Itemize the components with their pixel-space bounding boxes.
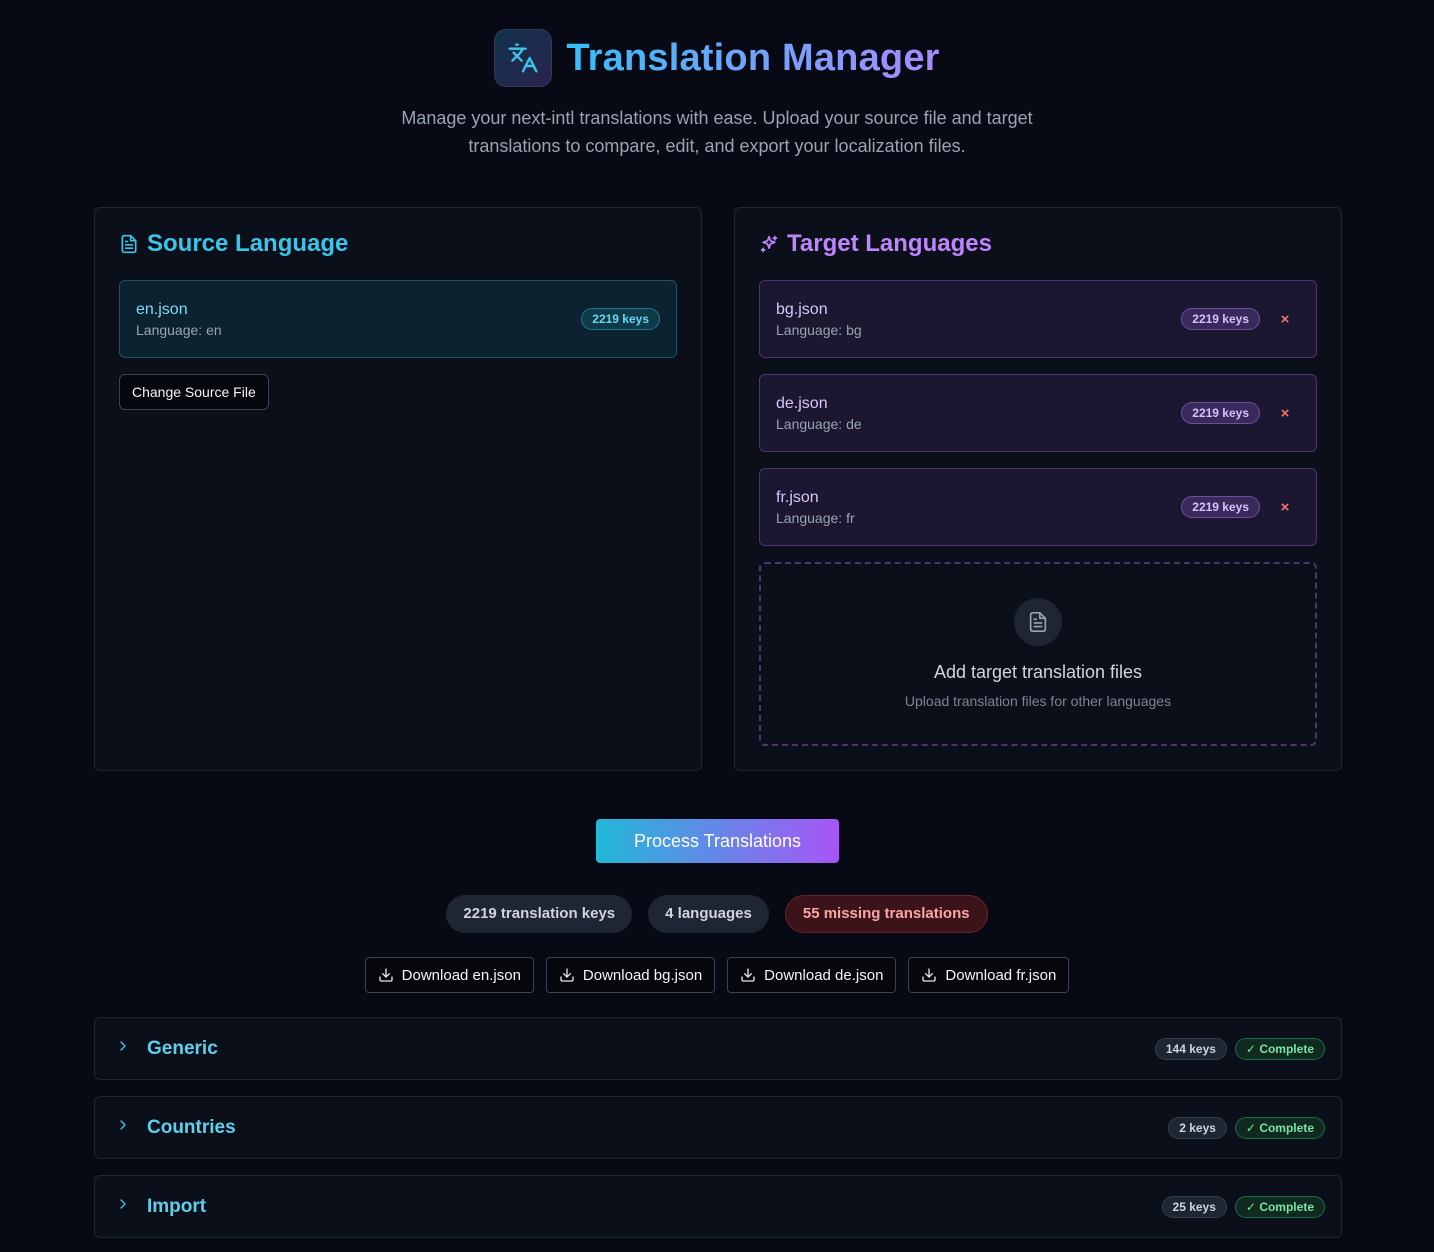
- chevron-right-icon: [115, 1038, 135, 1059]
- source-panel-title: Source Language: [119, 230, 348, 258]
- chevron-right-icon: [115, 1196, 135, 1217]
- target-file-dropzone[interactable]: Add target translation files Upload tran…: [759, 562, 1317, 746]
- download-en-button[interactable]: Download en.json: [364, 957, 534, 993]
- target-file-card: de.json Language: de 2219 keys ×: [759, 374, 1317, 452]
- target-title-text: Target Languages: [787, 230, 992, 257]
- source-file-card: en.json Language: en 2219 keys: [119, 280, 677, 358]
- stat-translation-keys: 2219 translation keys: [446, 895, 633, 933]
- download-label: Download bg.json: [582, 966, 703, 984]
- page-title: Translation Manager: [566, 36, 940, 79]
- file-language: Language: fr: [776, 510, 855, 526]
- section-title: Generic: [147, 1037, 218, 1059]
- status-label: Complete: [1259, 1120, 1314, 1135]
- section-title: Countries: [147, 1116, 236, 1138]
- dropzone-title: Add target translation files: [933, 662, 1143, 682]
- file-name: en.json: [136, 301, 188, 318]
- section-status-badge: ✓ Complete: [1234, 1037, 1325, 1060]
- section-keys-badge: 144 keys: [1154, 1037, 1227, 1060]
- status-label: Complete: [1259, 1199, 1314, 1214]
- download-icon: [922, 968, 937, 982]
- keys-badge: 2219 keys: [1181, 308, 1260, 330]
- translate-icon: [494, 29, 553, 87]
- download-icon: [560, 968, 574, 982]
- section-import[interactable]: Import 25 keys ✓ Complete: [94, 1175, 1342, 1238]
- download-bg-button[interactable]: Download bg.json: [545, 957, 716, 993]
- keys-badge: 2219 keys: [1181, 496, 1260, 518]
- download-label: Download de.json: [764, 966, 884, 984]
- file-language: Language: de: [776, 416, 862, 432]
- section-generic[interactable]: Generic 144 keys ✓ Complete: [94, 1017, 1342, 1080]
- stats-bar: 2219 translation keys 4 languages 55 mis…: [0, 895, 1434, 933]
- page-header: Translation Manager Manage your next-int…: [0, 29, 1434, 160]
- file-name: fr.json: [776, 489, 819, 506]
- file-text-icon: [121, 234, 137, 254]
- stat-languages: 4 languages: [648, 895, 769, 933]
- remove-file-button[interactable]: ×: [1270, 311, 1300, 328]
- download-de-button[interactable]: Download de.json: [727, 957, 897, 993]
- section-keys-badge: 25 keys: [1161, 1195, 1227, 1218]
- target-file-card: fr.json Language: fr 2219 keys ×: [759, 468, 1317, 546]
- download-fr-button[interactable]: Download fr.json: [908, 957, 1070, 993]
- download-icon: [379, 968, 393, 982]
- download-label: Download en.json: [401, 966, 521, 984]
- target-panel-title: Target Languages: [759, 230, 992, 258]
- keys-badge: 2219 keys: [581, 308, 660, 330]
- file-name: bg.json: [776, 301, 828, 318]
- process-translations-button[interactable]: Process Translations: [596, 819, 839, 863]
- section-keys-badge: 2 keys: [1168, 1116, 1227, 1139]
- download-bar: Download en.json Download bg.json Downlo…: [0, 957, 1434, 993]
- remove-file-button[interactable]: ×: [1270, 499, 1300, 516]
- source-language-panel: Source Language en.json Language: en 221…: [94, 207, 702, 771]
- target-file-card: bg.json Language: bg 2219 keys ×: [759, 280, 1317, 358]
- remove-file-button[interactable]: ×: [1270, 405, 1300, 422]
- file-language: Language: bg: [776, 322, 862, 338]
- source-title-text: Source Language: [147, 230, 349, 257]
- page-subtitle: Manage your next-intl translations with …: [401, 108, 1033, 156]
- target-languages-panel: Target Languages bg.json Language: bg 22…: [734, 207, 1342, 771]
- download-label: Download fr.json: [945, 966, 1057, 984]
- chevron-right-icon: [115, 1117, 135, 1138]
- section-status-badge: ✓ Complete: [1234, 1116, 1325, 1139]
- section-title: Import: [147, 1195, 207, 1217]
- file-upload-icon: [1014, 598, 1062, 646]
- sparkles-icon: [760, 235, 778, 253]
- status-label: Complete: [1259, 1041, 1314, 1056]
- dropzone-subtitle: Upload translation files for other langu…: [904, 693, 1172, 709]
- download-icon: [741, 968, 755, 982]
- change-source-file-button[interactable]: Change Source File: [119, 374, 269, 410]
- stat-missing-translations: 55 missing translations: [784, 895, 988, 933]
- section-countries[interactable]: Countries 2 keys ✓ Complete: [94, 1096, 1342, 1159]
- section-status-badge: ✓ Complete: [1234, 1195, 1325, 1218]
- file-name: de.json: [776, 395, 828, 412]
- keys-badge: 2219 keys: [1181, 402, 1260, 424]
- file-language: Language: en: [136, 322, 222, 338]
